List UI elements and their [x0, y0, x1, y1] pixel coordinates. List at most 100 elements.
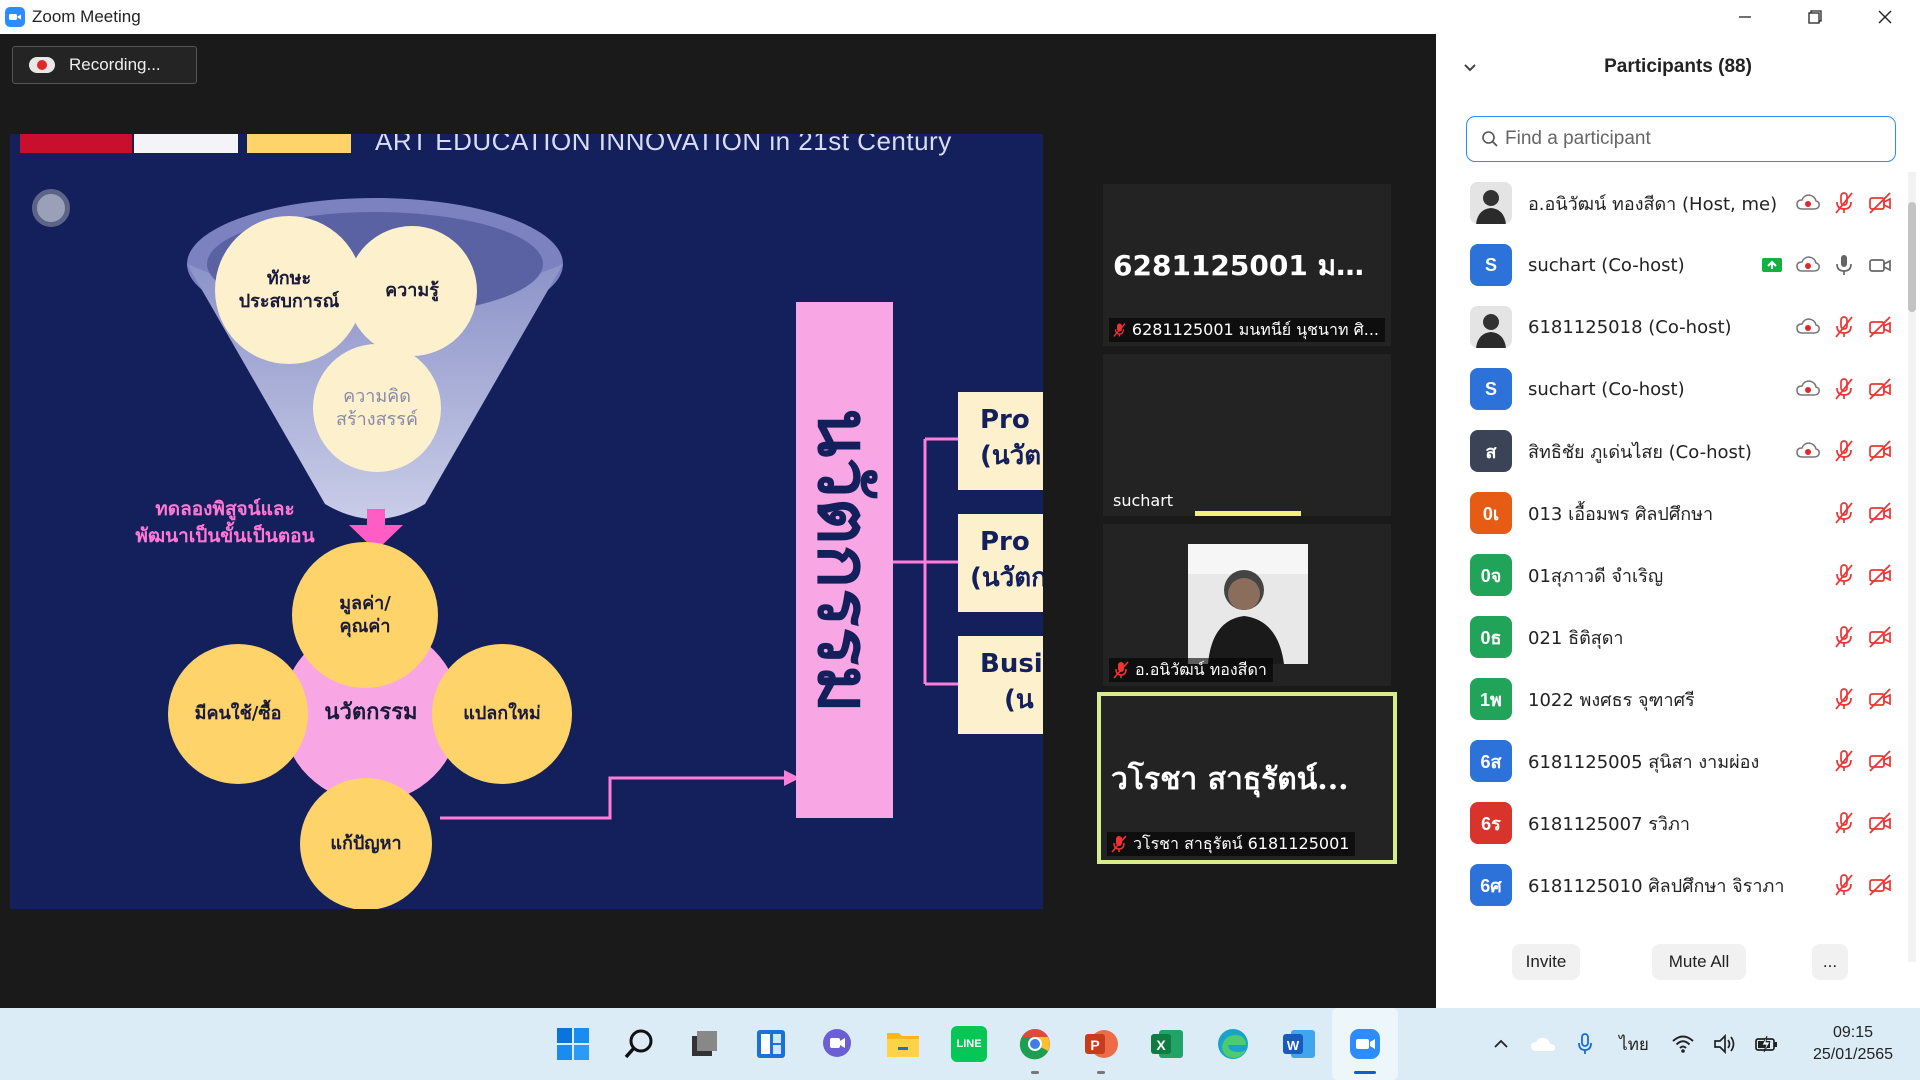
microphone-tray-button[interactable]: [1564, 1032, 1606, 1056]
svg-text:P: P: [1090, 1037, 1099, 1053]
powerpoint-button[interactable]: P: [1068, 1008, 1134, 1080]
share-screen-icon: [1762, 258, 1782, 272]
video-tile[interactable]: อ.อนิวัฒน์ ทองสีดา: [1103, 524, 1391, 686]
clock-date: 25/01/2565: [1812, 1046, 1894, 1064]
avatar: 6ส: [1470, 740, 1512, 782]
participant-row[interactable]: 6181125018 (Co-host): [1436, 296, 1906, 358]
participant-row[interactable]: 0จ 01สุภาวดี จำเริญ: [1436, 544, 1906, 606]
zoom-taskbar-button[interactable]: [1332, 1008, 1398, 1080]
slide-box-product: Pro (นวัต: [958, 392, 1043, 490]
search-icon: [624, 1029, 653, 1059]
battery-button[interactable]: [1746, 1034, 1788, 1054]
mute-all-button[interactable]: Mute All: [1652, 944, 1746, 980]
video-tile-label: อ.อนิวัฒน์ ทองสีดา: [1109, 658, 1273, 682]
video-tile-name: 6281125001 มน...: [1113, 249, 1383, 282]
svg-text:X: X: [1156, 1037, 1166, 1053]
avatar: [1470, 182, 1512, 224]
video-tile-name: วโรชา สาธุรัตน์...: [1111, 762, 1349, 797]
video-tile-active-speaker[interactable]: วโรชา สาธุรัตน์... วโรชา สาธุรัตน์ 61811…: [1097, 692, 1397, 864]
teams-chat-button[interactable]: [804, 1008, 870, 1080]
participants-title: Participants (88): [1604, 56, 1752, 77]
search-button[interactable]: [606, 1008, 672, 1080]
video-off-icon: [1869, 874, 1891, 896]
participant-row[interactable]: 1พ 1022 พงศธร จุฑาศรี: [1436, 668, 1906, 730]
slide-box-process: Pro (นวัตก: [958, 514, 1043, 612]
participant-name: suchart (Co-host): [1528, 254, 1685, 276]
participant-name: 1022 พงศธร จุฑาศรี: [1528, 689, 1695, 711]
avatar: 6ร: [1470, 802, 1512, 844]
participant-scrollbar[interactable]: [1908, 172, 1916, 962]
mic-muted-icon: [1835, 812, 1853, 834]
word-button[interactable]: W: [1266, 1008, 1332, 1080]
video-tile[interactable]: suchart: [1103, 354, 1391, 516]
participant-row[interactable]: 6ร 6181125007 รวิภา: [1436, 792, 1906, 854]
battery-charging-icon: [1755, 1035, 1777, 1053]
mic-muted-icon: [1835, 564, 1853, 586]
participant-row[interactable]: 6ส 6181125005 สุนิสา งามผ่อง: [1436, 730, 1906, 792]
participant-row[interactable]: Ssuchart (Co-host): [1436, 358, 1906, 420]
edge-button[interactable]: [1200, 1008, 1266, 1080]
participant-row[interactable]: ส สิทธิชัย ภูเด่นไสย (Co-host): [1436, 420, 1906, 482]
recording-indicator[interactable]: Recording...: [12, 46, 197, 84]
chrome-button[interactable]: [1002, 1008, 1068, 1080]
onedrive-button[interactable]: [1522, 1035, 1564, 1053]
participant-name: 6181125018 (Co-host): [1528, 316, 1732, 338]
recording-cloud-icon: [1796, 194, 1820, 210]
participant-row[interactable]: 0ธ 021 ธิติสุดา: [1436, 606, 1906, 668]
meeting-area: Recording... ART EDUCATION INNOVATION in…: [0, 34, 1436, 1008]
video-off-icon: [1869, 440, 1891, 462]
participant-row[interactable]: 0เ 013 เอื้อมพร ศิลปศึกษา: [1436, 482, 1906, 544]
participants-panel: Participants (88) Find a participant อ.อ…: [1436, 34, 1920, 1008]
participant-name: 01สุภาวดี จำเริญ: [1528, 565, 1664, 587]
powerpoint-icon: P: [1085, 1030, 1118, 1058]
find-participant-input[interactable]: Find a participant: [1466, 116, 1896, 162]
taskbar-clock[interactable]: 09:15 25/01/2565: [1788, 1022, 1918, 1067]
participant-row[interactable]: อ.อนิวัฒน์ ทองสีดา (Host, me): [1436, 172, 1906, 234]
taskbar: LINE P X W ไทย 09:15 25/01/2565: [0, 1008, 1920, 1080]
recording-label: Recording...: [69, 55, 161, 74]
avatar: 1พ: [1470, 678, 1512, 720]
excel-button[interactable]: X: [1134, 1008, 1200, 1080]
participant-list: อ.อนิวัฒน์ ทองสีดา (Host, me) Ssuchart (C…: [1436, 172, 1906, 962]
video-tile[interactable]: 6281125001 มน... 6281125001 มนทนีย์ นุชน…: [1103, 184, 1391, 346]
mic-muted-icon: [1113, 661, 1129, 679]
close-button[interactable]: [1850, 0, 1920, 34]
start-button[interactable]: [540, 1008, 606, 1080]
participant-row[interactable]: Ssuchart (Co-host): [1436, 234, 1906, 296]
excel-icon: X: [1151, 1030, 1183, 1058]
title-bar: Zoom Meeting: [0, 0, 1920, 34]
invite-button[interactable]: Invite: [1512, 944, 1580, 980]
more-button[interactable]: ...: [1812, 944, 1848, 980]
restore-button[interactable]: [1780, 0, 1850, 34]
folder-icon: [887, 1033, 919, 1057]
participant-row[interactable]: 6ศ 6181125010 ศิลปศึกษา จิราภา: [1436, 854, 1906, 916]
wifi-button[interactable]: [1662, 1034, 1704, 1054]
mic-muted-icon: [1835, 378, 1853, 400]
participant-name: suchart (Co-host): [1528, 378, 1685, 400]
shared-screen: ART EDUCATION INNOVATION in 21st Century…: [10, 134, 1043, 909]
widgets-button[interactable]: [738, 1008, 804, 1080]
search-placeholder: Find a participant: [1505, 128, 1651, 149]
minimize-button[interactable]: [1710, 0, 1780, 34]
video-tile-label: 6281125001 มนทนีย์ นุชนาท ศิ...: [1109, 318, 1385, 342]
innovation-bar-label: นวัตกรรม: [802, 407, 886, 713]
file-explorer-button[interactable]: [870, 1008, 936, 1080]
video-off-icon: [1869, 192, 1891, 214]
window-title: Zoom Meeting: [32, 7, 141, 26]
recording-cloud-icon: [1796, 318, 1820, 334]
line-app-button[interactable]: LINE: [936, 1008, 1002, 1080]
show-hidden-icons-button[interactable]: [1480, 1035, 1522, 1053]
video-off-icon: [1869, 750, 1891, 772]
avatar: S: [1470, 244, 1512, 286]
restore-icon: [1808, 10, 1822, 24]
microphone-icon: [1836, 255, 1852, 275]
line-icon: LINE: [951, 1026, 987, 1062]
video-tile-label: วโรชา สาธุรัตน์ 6181125001: [1107, 832, 1356, 856]
task-view-button[interactable]: [672, 1008, 738, 1080]
speaking-indicator: [1195, 511, 1301, 516]
mic-muted-icon: [1835, 750, 1853, 772]
input-language-button[interactable]: ไทย: [1606, 1031, 1662, 1058]
volume-button[interactable]: [1704, 1034, 1746, 1054]
zoom-icon: [1350, 1029, 1380, 1059]
system-tray: ไทย: [1480, 1008, 1788, 1080]
